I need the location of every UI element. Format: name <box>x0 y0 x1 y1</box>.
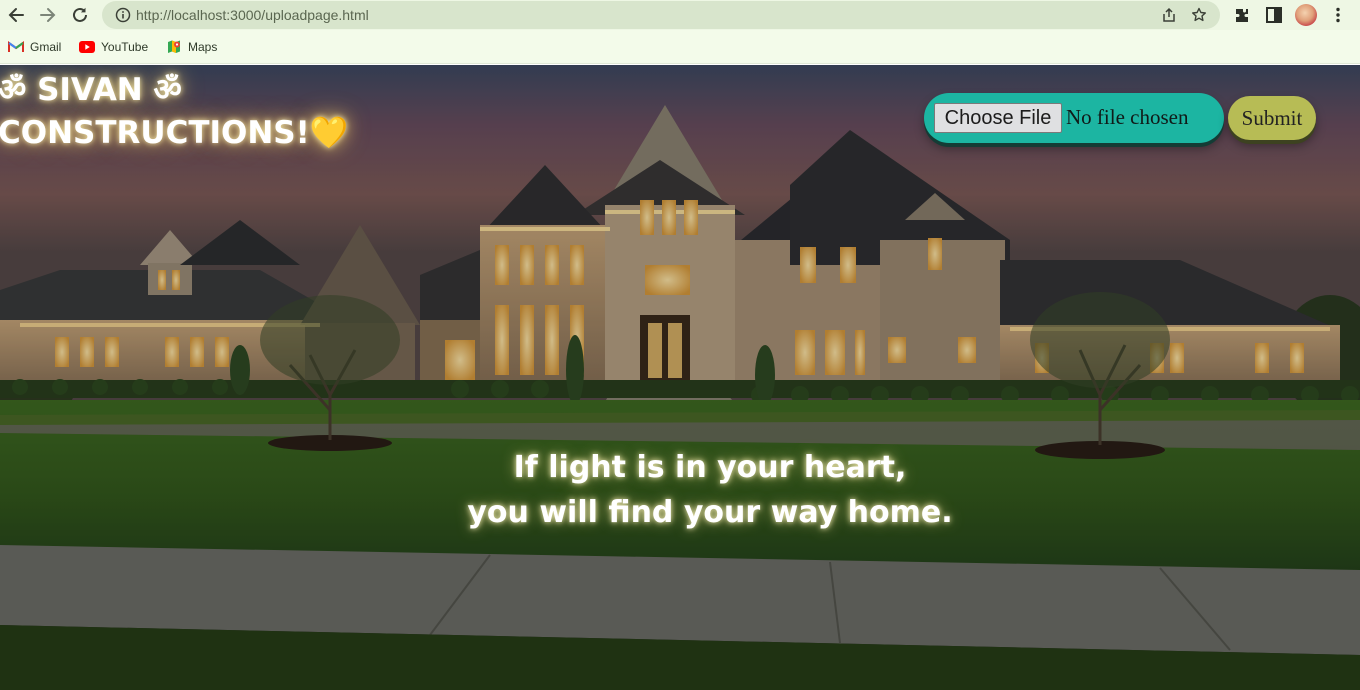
bookmark-youtube[interactable]: YouTube <box>79 38 148 56</box>
menu-dots-icon[interactable] <box>1327 4 1349 26</box>
extensions-icon[interactable] <box>1231 4 1253 26</box>
profile-avatar[interactable] <box>1295 4 1317 26</box>
browser-toolbar: http://localhost:3000/uploadpage.html <box>0 0 1360 30</box>
brand-line-2: CONSTRUCTIONS!💛 <box>0 115 349 151</box>
forward-icon[interactable] <box>37 4 59 26</box>
quote-text: If light is in your heart, you will find… <box>440 445 980 535</box>
quote-line-1: If light is in your heart, <box>513 450 907 485</box>
bookmark-gmail[interactable]: Gmail <box>8 38 61 56</box>
choose-file-button[interactable]: Choose File <box>934 103 1062 133</box>
maps-icon <box>166 39 182 55</box>
bookmark-maps-label: Maps <box>188 40 218 54</box>
bookmark-maps[interactable]: Maps <box>166 38 217 56</box>
url-text[interactable]: http://localhost:3000/uploadpage.html <box>136 7 369 23</box>
upload-page: ॐ SIVAN ॐ CONSTRUCTIONS!💛 Choose File No… <box>0 65 1360 690</box>
bookmarks-bar: Gmail YouTube Maps <box>0 30 1360 64</box>
brand-line-1: ॐ SIVAN ॐ <box>0 72 182 108</box>
file-upload-field[interactable]: Choose File No file chosen <box>924 93 1224 143</box>
reload-icon[interactable] <box>69 4 91 26</box>
share-icon[interactable] <box>1160 6 1178 24</box>
submit-button[interactable]: Submit <box>1228 96 1316 140</box>
back-icon[interactable] <box>5 4 27 26</box>
address-bar[interactable]: http://localhost:3000/uploadpage.html <box>102 1 1220 29</box>
youtube-icon <box>79 39 95 55</box>
bookmark-youtube-label: YouTube <box>101 40 149 54</box>
gmail-icon <box>8 39 24 55</box>
house-background-image <box>0 65 1360 690</box>
bookmark-gmail-label: Gmail <box>30 40 62 54</box>
side-panel-icon[interactable] <box>1263 4 1285 26</box>
brand-heading: ॐ SIVAN ॐ CONSTRUCTIONS!💛 <box>0 69 348 155</box>
site-info-icon[interactable] <box>114 6 132 24</box>
file-status-text: No file chosen <box>1066 105 1189 129</box>
quote-line-2: you will find your way home. <box>467 495 953 530</box>
bookmark-star-icon[interactable] <box>1190 6 1208 24</box>
